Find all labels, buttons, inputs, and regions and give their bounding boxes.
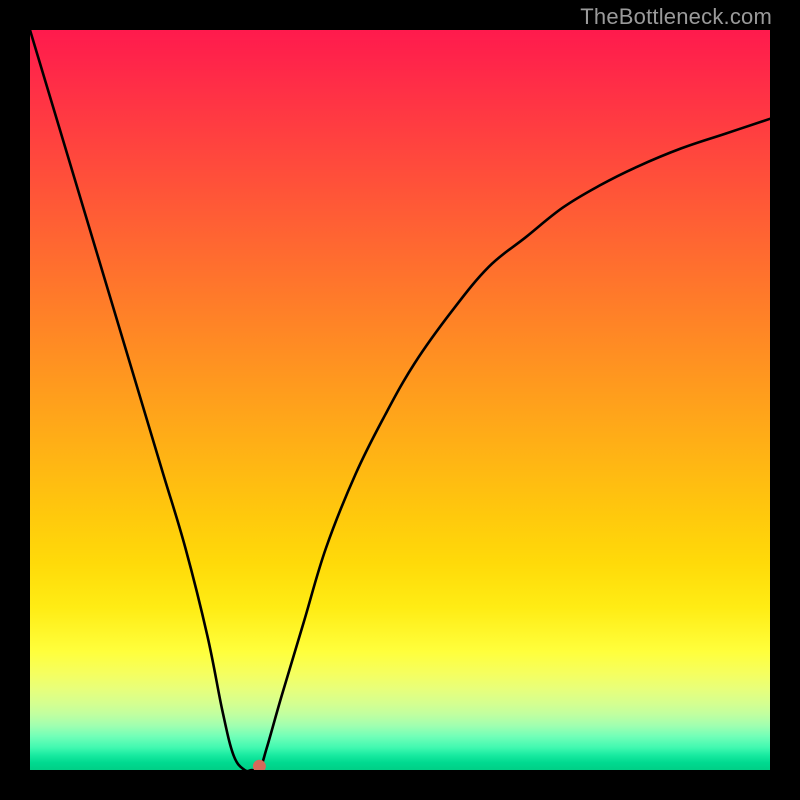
curve-svg [30, 30, 770, 770]
bottleneck-curve [30, 30, 770, 770]
watermark-text: TheBottleneck.com [580, 4, 772, 30]
plot-area [30, 30, 770, 770]
chart-frame: TheBottleneck.com [0, 0, 800, 800]
